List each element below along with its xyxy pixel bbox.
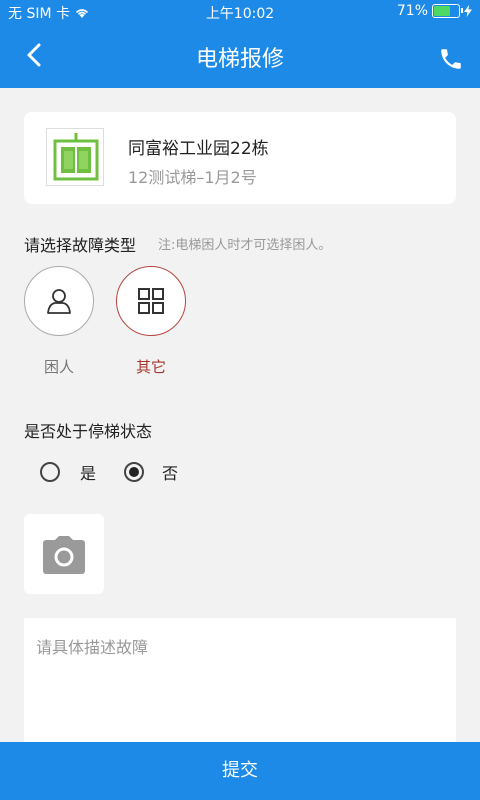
elevator-detail: 12测试梯–1月2号 [128, 168, 257, 187]
battery-icon [432, 4, 463, 18]
fault-option-other-label: 其它 [135, 358, 166, 376]
elevator-location: 同富裕工业园22栋 [128, 139, 269, 159]
radio-no[interactable] [124, 462, 145, 482]
fault-option-other-button[interactable] [116, 266, 186, 336]
stopped-state-label: 是否处于停梯状态 [24, 422, 153, 441]
stopped-state-radio-group: 是 否 [40, 460, 178, 484]
battery-percent: 71% [396, 3, 428, 19]
grid-icon [138, 288, 164, 314]
submit-button[interactable]: 提交 [0, 742, 480, 800]
radio-yes[interactable] [40, 462, 60, 482]
radio-no-label: 否 [162, 464, 179, 483]
page-title: 电梯报修 [195, 47, 284, 72]
elevator-card[interactable]: 同富裕工业园22栋 12测试梯–1月2号 [24, 112, 456, 204]
person-icon [47, 289, 71, 314]
elevator-icon [53, 133, 99, 181]
radio-yes-label: 是 [80, 464, 97, 483]
elevator-thumbnail [46, 128, 104, 186]
fault-type-note: 注:电梯困人时才可选择困人。 [158, 238, 332, 253]
fault-option-trapped-button[interactable] [24, 266, 94, 336]
fault-description-input[interactable]: 请具体描述故障 [24, 618, 456, 742]
fault-type-label: 请选择故障类型 [24, 236, 137, 255]
add-photo-button[interactable] [24, 514, 104, 594]
nav-bar: 电梯报修 [0, 24, 480, 88]
camera-icon [43, 536, 85, 574]
charging-icon [464, 5, 472, 17]
phone-icon[interactable] [438, 46, 464, 72]
fault-description-placeholder: 请具体描述故障 [36, 638, 149, 657]
fault-option-trapped-label: 困人 [43, 358, 74, 376]
status-bar: 无 SIM 卡 上午10:02 71% [0, 0, 480, 24]
